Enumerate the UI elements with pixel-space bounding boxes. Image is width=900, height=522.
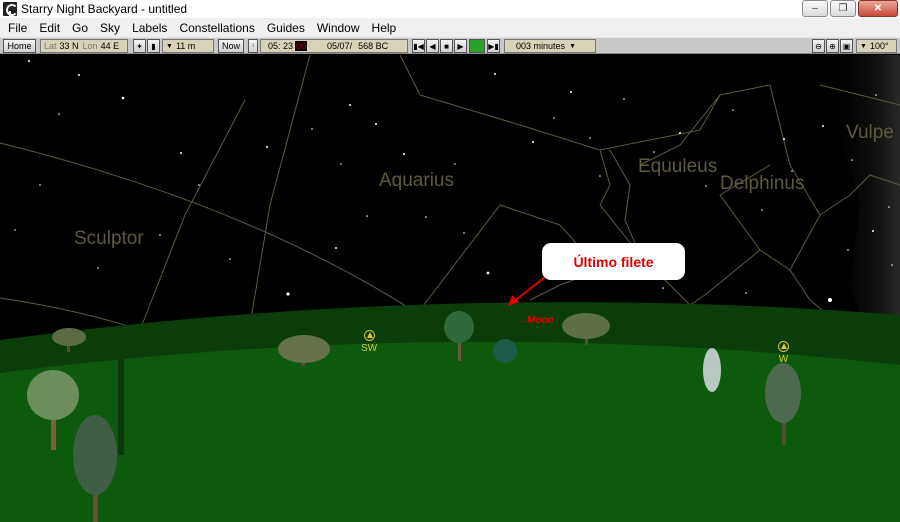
menu-sky[interactable]: Sky — [94, 21, 126, 35]
app-telescope-icon[interactable] — [3, 2, 18, 16]
menu-guides[interactable]: Guides — [261, 21, 311, 35]
field-of-view-dropdown[interactable]: ▼ 100° — [856, 39, 897, 53]
compass-marker-sw[interactable]: SW — [361, 330, 377, 354]
time-step-value: 003 minutes — [516, 41, 566, 51]
horizon-ground-near — [0, 341, 900, 522]
zoom-out-icon[interactable]: ⊖ — [812, 39, 825, 53]
constellation-label-vulpecula[interactable]: Vulpe — [846, 122, 894, 144]
constellation-label-equuleus[interactable]: Equuleus — [638, 156, 717, 178]
time-stepper-icon[interactable]: ↕ — [248, 39, 258, 53]
compass-label-sw: SW — [361, 343, 378, 354]
compass-label-w: W — [778, 354, 789, 365]
lat-value: 33 N — [59, 41, 79, 51]
constellation-label-delphinus[interactable]: Delphinus — [720, 173, 805, 195]
play-icon[interactable]: ▶ — [454, 39, 467, 53]
year-value: 568 BC — [358, 41, 389, 51]
menu-go[interactable]: Go — [66, 21, 94, 35]
stop-icon[interactable]: ■ — [440, 39, 453, 53]
home-button[interactable]: Home — [3, 39, 36, 53]
milky-way — [830, 55, 900, 355]
lon-label: Lon — [82, 41, 98, 51]
zoom-fit-icon[interactable]: ▣ — [840, 39, 853, 53]
elevation-dropdown[interactable]: ▼ 11 m — [162, 39, 214, 53]
binoculars-icon[interactable]: ✦ — [133, 39, 146, 53]
location-field[interactable]: Lat 33 N Lon 44 E — [40, 39, 128, 53]
menu-labels[interactable]: Labels — [126, 21, 173, 35]
sky-canvas[interactable] — [0, 55, 900, 522]
menu-edit[interactable]: Edit — [33, 21, 66, 35]
minimize-button[interactable]: ‒ — [802, 0, 828, 17]
menu-bar: File Edit Go Sky Labels Constellations G… — [0, 18, 900, 37]
callout-annotation: Último filete — [542, 243, 685, 280]
lat-label: Lat — [44, 41, 57, 51]
fast-forward-icon[interactable]: ▶▮ — [487, 39, 500, 53]
constellation-label-sculptor[interactable]: Sculptor — [74, 228, 144, 250]
time-seconds: 00 — [295, 41, 308, 51]
lon-value: 44 E — [100, 41, 120, 51]
rewind-icon[interactable]: ▮◀ — [412, 39, 425, 53]
restore-button[interactable]: ❐ — [830, 0, 856, 17]
compass-icon — [363, 330, 375, 341]
chevron-down-icon: ▼ — [860, 42, 867, 50]
menu-file[interactable]: File — [2, 21, 33, 35]
now-button[interactable]: Now — [218, 39, 244, 53]
compass-marker-w[interactable]: W — [778, 341, 789, 365]
moon-label[interactable]: →Moon — [517, 315, 554, 326]
lock-icon[interactable]: ▮ — [147, 39, 160, 53]
title-bar: Starry Night Backyard - untitled ‒ ❐ ✕ — [0, 0, 900, 18]
date-value: 05/07/ — [327, 41, 353, 51]
compass-icon — [778, 341, 789, 352]
constellation-label-aquarius[interactable]: Aquarius — [379, 170, 454, 192]
sky-view[interactable]: Sculptor Aquarius Equuleus Delphinus Vul… — [0, 55, 900, 522]
window-controls: ‒ ❐ ✕ — [802, 0, 898, 17]
menu-help[interactable]: Help — [366, 21, 403, 35]
toolbar: Home Lat 33 N Lon 44 E ✦ ▮ ▼ 11 m Now ↕ … — [0, 37, 900, 54]
fov-value: 100° — [869, 41, 889, 51]
close-button[interactable]: ✕ — [858, 0, 898, 17]
elevation-value: 11 m — [175, 41, 196, 51]
chevron-down-icon: ▼ — [166, 42, 173, 50]
window-title: Starry Night Backyard - untitled — [21, 2, 188, 16]
chevron-down-icon: ▼ — [569, 42, 576, 50]
time-date-field[interactable]: 05: 23 00 05/07/ 568 BC — [260, 39, 408, 53]
menu-constellations[interactable]: Constellations — [173, 21, 260, 35]
menu-window[interactable]: Window — [311, 21, 366, 35]
zoom-in-icon[interactable]: ⊕ — [826, 39, 839, 53]
time-value: 05: 23 — [268, 41, 294, 51]
time-step-dropdown[interactable]: 003 minutes ▼ — [504, 39, 596, 53]
step-back-icon[interactable]: ◀ — [426, 39, 439, 53]
realtime-indicator-icon[interactable] — [469, 39, 485, 53]
ecliptic-line — [0, 142, 421, 316]
grid-curve — [0, 297, 141, 331]
